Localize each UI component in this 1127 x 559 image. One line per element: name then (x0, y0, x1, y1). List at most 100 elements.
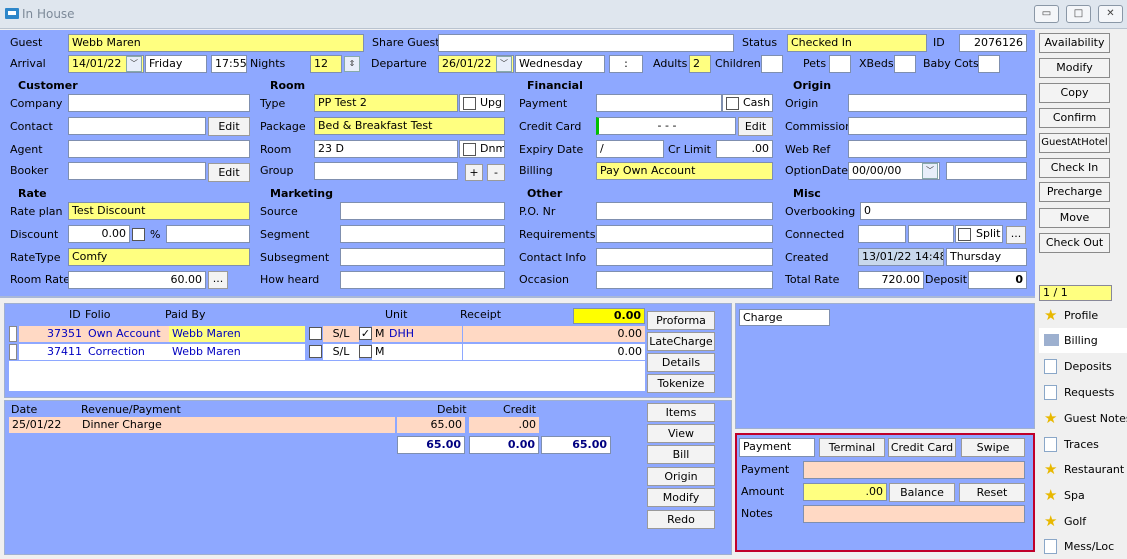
payment-tab[interactable]: Payment (739, 438, 815, 457)
optiondate-extra-field[interactable] (946, 162, 1027, 180)
chevron-down-icon[interactable]: ﹀ (126, 56, 142, 72)
roomrate-more-button[interactable]: ... (208, 271, 228, 289)
contactinfo-field[interactable] (596, 248, 773, 266)
m-checkbox-checked[interactable]: ✓ (359, 327, 372, 340)
charge-field[interactable]: Charge (739, 309, 830, 326)
credit-card-edit-button[interactable]: Edit (738, 117, 773, 136)
tab-spa[interactable]: ★ Spa (1039, 483, 1127, 508)
subsegment-field[interactable] (340, 248, 505, 266)
tokenize-button[interactable]: Tokenize (647, 374, 715, 393)
amount-field[interactable]: .00 (803, 483, 887, 501)
chevron-down-icon[interactable]: ﹀ (922, 163, 938, 179)
discount-pct-checkbox[interactable] (132, 228, 145, 241)
folio-row[interactable]: 37411 Correction Webb Maren S/L M 0.00 (9, 344, 645, 360)
view-button[interactable]: View (647, 424, 715, 443)
row-selector[interactable] (9, 326, 17, 342)
guest-field[interactable]: Webb Maren (68, 34, 364, 52)
upg-checkbox[interactable] (463, 97, 476, 110)
move-button[interactable]: Move (1039, 208, 1110, 228)
overbooking-field[interactable]: 0 (860, 202, 1027, 220)
origin-field[interactable] (848, 94, 1027, 112)
requirements-field[interactable] (596, 225, 773, 243)
departure-time-field[interactable]: : (609, 55, 643, 73)
details-button[interactable]: Details (647, 353, 715, 372)
tab-messages[interactable]: Mess/Loc (1039, 534, 1127, 555)
row-selector[interactable] (9, 344, 17, 360)
adults-field[interactable]: 2 (689, 55, 711, 73)
tab-requests[interactable]: Requests (1039, 380, 1127, 405)
guest-at-hotel-button[interactable]: GuestAtHotel (1039, 133, 1110, 153)
tab-billing[interactable]: Billing (1039, 328, 1127, 353)
connected-field-2[interactable] (908, 225, 954, 243)
contact-edit-button[interactable]: Edit (208, 117, 250, 136)
pets-field[interactable] (829, 55, 851, 73)
balance-button[interactable]: Balance (889, 483, 955, 502)
group-field[interactable] (314, 162, 458, 180)
m-checkbox[interactable] (359, 345, 372, 358)
minimize-button[interactable]: ▭ (1034, 5, 1059, 23)
occasion-field[interactable] (596, 271, 773, 289)
notes-field[interactable] (803, 505, 1025, 523)
ledger-row[interactable]: 25/01/22 Dinner Charge 65.00 .00 (9, 417, 539, 433)
company-field[interactable] (68, 94, 250, 112)
bill-button[interactable]: Bill (647, 445, 715, 464)
credit-card-button[interactable]: Credit Card (888, 438, 956, 457)
items-button[interactable]: Items (647, 403, 715, 422)
room-type-field[interactable]: PP Test 2 (314, 94, 458, 112)
arrival-time-field[interactable]: 17:55 (211, 55, 247, 73)
precharge-button[interactable]: Precharge (1039, 182, 1110, 202)
connected-more-button[interactable]: ... (1006, 226, 1026, 244)
xbeds-field[interactable] (894, 55, 916, 73)
proforma-button[interactable]: Proforma (647, 311, 715, 330)
booker-field[interactable] (68, 162, 206, 180)
connected-field-1[interactable] (858, 225, 906, 243)
payment-method-field[interactable] (803, 461, 1025, 479)
discount-extra-field[interactable] (166, 225, 250, 243)
tab-deposits[interactable]: Deposits (1039, 354, 1127, 379)
billing-field[interactable]: Pay Own Account (596, 162, 773, 180)
folio-row[interactable]: 37351 Own Account Webb Maren S/L ✓ M DHH… (9, 326, 645, 342)
redo-button[interactable]: Redo (647, 510, 715, 529)
modify-button[interactable]: Modify (1039, 58, 1110, 78)
check-out-button[interactable]: Check Out (1039, 233, 1110, 253)
latecharge-button[interactable]: LateCharge (647, 332, 715, 351)
swipe-button[interactable]: Swipe (961, 438, 1025, 457)
dnm-checkbox[interactable] (463, 143, 476, 156)
webref-field[interactable] (848, 140, 1027, 158)
reset-button[interactable]: Reset (959, 483, 1025, 502)
nights-spinner[interactable]: ⇕ (344, 56, 360, 72)
share-guest-field[interactable] (438, 34, 734, 52)
confirm-button[interactable]: Confirm (1039, 108, 1110, 128)
package-field[interactable]: Bed & Breakfast Test (314, 117, 505, 135)
status-field[interactable]: Checked In (787, 34, 927, 52)
ratetype-field[interactable]: Comfy (68, 248, 250, 266)
origin-button[interactable]: Origin (647, 467, 715, 486)
nights-field[interactable]: 12 (310, 55, 342, 73)
children-field[interactable] (761, 55, 783, 73)
group-remove-button[interactable]: - (487, 164, 505, 181)
tab-traces[interactable]: Traces (1039, 432, 1127, 457)
availability-button[interactable]: Availability (1039, 33, 1110, 53)
tab-golf[interactable]: ★ Golf (1039, 509, 1127, 534)
payment-field[interactable] (596, 94, 722, 112)
source-field[interactable] (340, 202, 505, 220)
id-field[interactable]: 2076126 (959, 34, 1027, 52)
tab-profile[interactable]: ★ Profile (1039, 303, 1127, 328)
maximize-button[interactable]: □ (1066, 5, 1091, 23)
copy-button[interactable]: Copy (1039, 83, 1110, 103)
split-checkbox[interactable] (958, 228, 971, 241)
sl-checkbox[interactable] (309, 345, 322, 358)
rate-plan-field[interactable]: Test Discount (68, 202, 250, 220)
expiry-field[interactable]: / (596, 140, 664, 158)
tab-guest-notes[interactable]: ★ Guest Notes (1039, 406, 1127, 431)
check-in-button[interactable]: Check In (1039, 158, 1110, 178)
po-field[interactable] (596, 202, 773, 220)
segment-field[interactable] (340, 225, 505, 243)
babycots-field[interactable] (978, 55, 1000, 73)
crlimit-field[interactable]: .00 (716, 140, 773, 158)
chevron-down-icon[interactable]: ﹀ (496, 56, 512, 72)
group-add-button[interactable]: + (465, 164, 483, 181)
commission-field[interactable] (848, 117, 1027, 135)
close-button[interactable]: ✕ (1098, 5, 1123, 23)
terminal-button[interactable]: Terminal (819, 438, 885, 457)
